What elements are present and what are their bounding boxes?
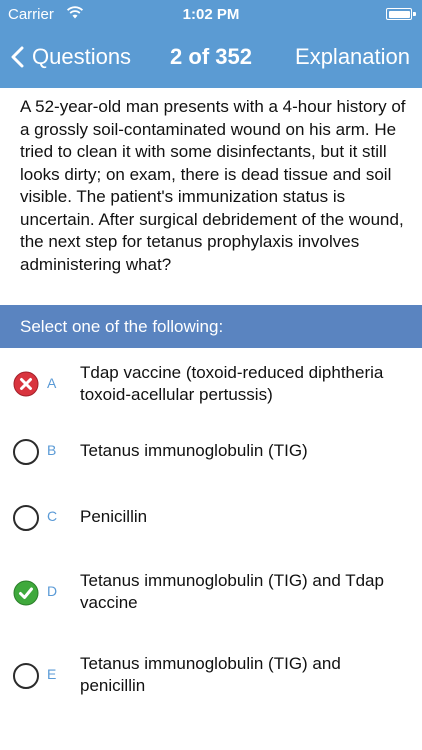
- empty-circle-icon: [13, 663, 39, 689]
- check-circle-icon: [13, 580, 39, 606]
- answer-option-e[interactable]: E Tetanus immunoglobulin (TIG) and penic…: [0, 630, 422, 714]
- answer-text: Tetanus immunoglobulin (TIG) and penicil…: [80, 654, 341, 695]
- explanation-button[interactable]: Explanation: [295, 44, 410, 70]
- answer-text: Tetanus immunoglobulin (TIG): [80, 441, 308, 460]
- answer-list: A Tdap vaccine (toxoid-reduced diphtheri…: [0, 350, 422, 714]
- select-prompt: Select one of the following:: [20, 317, 224, 336]
- status-bar: Carrier 1:02 PM: [0, 0, 422, 28]
- answer-option-a[interactable]: A Tdap vaccine (toxoid-reduced diphtheri…: [0, 350, 422, 418]
- answer-option-c[interactable]: C Penicillin: [0, 484, 422, 546]
- answer-text: Penicillin: [80, 507, 148, 526]
- empty-circle-icon: [13, 439, 39, 465]
- answer-text: Tetanus immunoglobulin (TIG) and Tdap va…: [80, 571, 384, 612]
- battery-icon: [386, 8, 416, 20]
- answer-letter: E: [47, 666, 57, 682]
- answer-option-d[interactable]: D Tetanus immunoglobulin (TIG) and Tdap …: [0, 546, 422, 630]
- back-button[interactable]: Questions: [10, 42, 131, 72]
- answer-letter: D: [47, 583, 58, 599]
- answer-text: Tdap vaccine (toxoid-reduced diphtheria …: [80, 363, 384, 404]
- answer-letter: A: [47, 375, 57, 391]
- back-button-label: Questions: [32, 44, 132, 69]
- empty-circle-icon: [13, 505, 39, 531]
- answer-option-b[interactable]: B Tetanus immunoglobulin (TIG): [0, 418, 422, 484]
- status-time: 1:02 PM: [182, 6, 240, 23]
- x-circle-icon: [13, 371, 39, 397]
- navigation-bar: Questions 2 of 352 Explanation: [0, 28, 422, 86]
- chevron-left-icon: [11, 46, 24, 68]
- question-text: A 52-year-old man presents with a 4-hour…: [20, 97, 406, 274]
- top-bar: Carrier 1:02 PM Questions 2 of 352 Expla…: [0, 0, 422, 88]
- answer-letter: B: [47, 442, 57, 458]
- answer-letter: C: [47, 508, 58, 524]
- select-prompt-bar: Select one of the following:: [0, 305, 422, 348]
